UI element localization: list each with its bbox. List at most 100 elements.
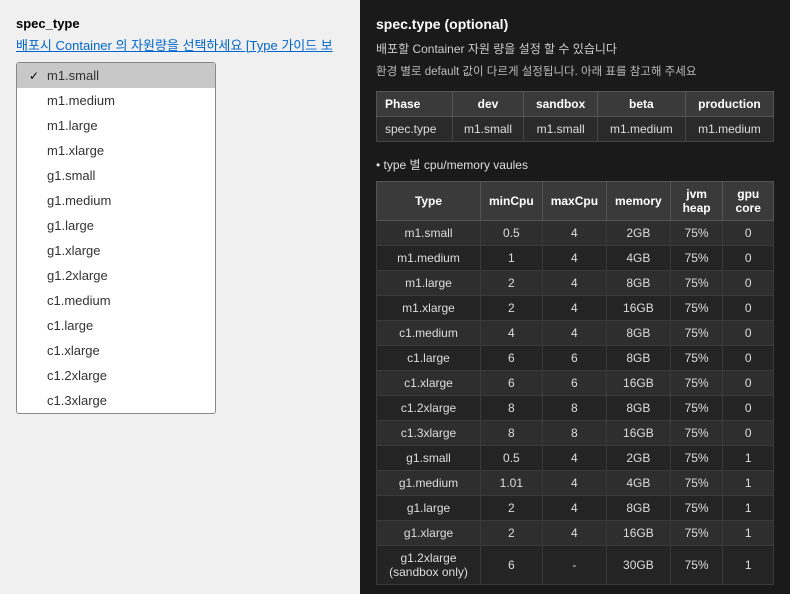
panel-note: 환경 별로 default 값이 다르게 설정됩니다. 아래 표를 참고해 주세… (376, 63, 774, 79)
table-cell: g1.medium (377, 471, 481, 496)
table-cell: 0 (723, 271, 774, 296)
table-cell: 2 (481, 496, 543, 521)
table-row: m1.large248GB75%0 (377, 271, 774, 296)
dropdown-item[interactable]: m1.large (17, 113, 215, 138)
table-cell: 1 (723, 546, 774, 585)
table-cell: 75% (670, 546, 723, 585)
table-cell: 75% (670, 246, 723, 271)
dropdown-item[interactable]: c1.medium (17, 288, 215, 313)
table-cell: 4 (542, 471, 606, 496)
table-cell: 8 (542, 421, 606, 446)
table-row: g1.2xlarge (sandbox only)6-30GB75%1 (377, 546, 774, 585)
table-row: c1.medium448GB75%0 (377, 321, 774, 346)
table-cell: 75% (670, 421, 723, 446)
table-cell: spec.type (377, 117, 453, 142)
phase-table: Phasedevsandboxbetaproduction spec.type m1… (376, 91, 774, 142)
phase-header: production (685, 92, 773, 117)
dropdown-item[interactable]: c1.2xlarge (17, 363, 215, 388)
dropdown-item[interactable]: g1.large (17, 213, 215, 238)
table-cell: 2GB (607, 446, 671, 471)
table-cell: 75% (670, 521, 723, 546)
table-cell: 4 (542, 446, 606, 471)
table-cell: 0 (723, 421, 774, 446)
dropdown-item[interactable]: g1.xlarge (17, 238, 215, 263)
table-row: c1.3xlarge8816GB75%0 (377, 421, 774, 446)
table-cell: 1.01 (481, 471, 543, 496)
table-row: c1.2xlarge888GB75%0 (377, 396, 774, 421)
table-row: g1.small0.542GB75%1 (377, 446, 774, 471)
table-cell: g1.small (377, 446, 481, 471)
table-cell: 1 (481, 246, 543, 271)
dropdown-item[interactable]: m1.medium (17, 88, 215, 113)
table-cell: m1.large (377, 271, 481, 296)
phase-header: dev (452, 92, 524, 117)
type-header: maxCpu (542, 182, 606, 221)
table-cell: 2 (481, 296, 543, 321)
table-cell: m1.small (524, 117, 597, 142)
table-cell: 0 (723, 246, 774, 271)
table-cell: 4GB (607, 246, 671, 271)
table-row: m1.small0.542GB75%0 (377, 221, 774, 246)
table-cell: m1.medium (685, 117, 773, 142)
table-cell: 16GB (607, 521, 671, 546)
table-cell: 8GB (607, 321, 671, 346)
section-title: • type 별 cpu/memory vaules (376, 156, 774, 173)
table-cell: g1.2xlarge (sandbox only) (377, 546, 481, 585)
table-cell: - (542, 546, 606, 585)
table-cell: m1.medium (597, 117, 685, 142)
field-subtitle[interactable]: 배포시 Container 의 자원량을 선택하세요 [Type 가이드 보 (16, 35, 344, 54)
table-cell: 8GB (607, 496, 671, 521)
table-cell: 4 (542, 521, 606, 546)
dropdown-item[interactable]: g1.medium (17, 188, 215, 213)
table-cell: 4 (542, 246, 606, 271)
phase-header: Phase (377, 92, 453, 117)
table-row: m1.medium144GB75%0 (377, 246, 774, 271)
type-header: jvm heap (670, 182, 723, 221)
dropdown-item[interactable]: g1.2xlarge (17, 263, 215, 288)
dropdown-item[interactable]: m1.xlarge (17, 138, 215, 163)
table-cell: 8GB (607, 271, 671, 296)
table-cell: 1 (723, 471, 774, 496)
table-cell: 8 (481, 421, 543, 446)
table-cell: 75% (670, 321, 723, 346)
field-label: spec_type (16, 16, 344, 31)
dropdown-item[interactable]: c1.xlarge (17, 338, 215, 363)
table-cell: c1.xlarge (377, 371, 481, 396)
panel-desc: 배포할 Container 자원 량을 설정 할 수 있습니다 (376, 40, 774, 57)
table-cell: 0 (723, 371, 774, 396)
dropdown-container[interactable]: ✓m1.smallm1.mediumm1.largem1.xlargeg1.sm… (16, 62, 216, 414)
table-cell: 16GB (607, 421, 671, 446)
table-cell: 0 (723, 321, 774, 346)
table-cell: 0 (723, 221, 774, 246)
table-cell: 6 (542, 346, 606, 371)
table-cell: 1 (723, 496, 774, 521)
table-cell: 75% (670, 396, 723, 421)
type-header: memory (607, 182, 671, 221)
table-cell: 0 (723, 396, 774, 421)
table-cell: 75% (670, 271, 723, 296)
table-row: spec.typem1.smallm1.smallm1.mediumm1.med… (377, 117, 774, 142)
dropdown-item[interactable]: ✓m1.small (17, 63, 215, 88)
dropdown-item[interactable]: c1.large (17, 313, 215, 338)
phase-header: beta (597, 92, 685, 117)
dropdown-item[interactable]: g1.small (17, 163, 215, 188)
table-cell: 0.5 (481, 446, 543, 471)
table-row: g1.medium1.0144GB75%1 (377, 471, 774, 496)
table-row: c1.large668GB75%0 (377, 346, 774, 371)
table-cell: 8GB (607, 396, 671, 421)
table-cell: m1.medium (377, 246, 481, 271)
panel-title: spec.type (optional) (376, 16, 774, 32)
table-cell: 75% (670, 496, 723, 521)
table-cell: 75% (670, 221, 723, 246)
table-cell: c1.medium (377, 321, 481, 346)
type-header: Type (377, 182, 481, 221)
table-cell: 8 (542, 396, 606, 421)
table-row: g1.xlarge2416GB75%1 (377, 521, 774, 546)
table-cell: m1.xlarge (377, 296, 481, 321)
type-header: gpu core (723, 182, 774, 221)
table-cell: g1.xlarge (377, 521, 481, 546)
dropdown-item[interactable]: c1.3xlarge (17, 388, 215, 413)
phase-header: sandbox (524, 92, 597, 117)
table-cell: 0 (723, 296, 774, 321)
table-cell: 6 (542, 371, 606, 396)
